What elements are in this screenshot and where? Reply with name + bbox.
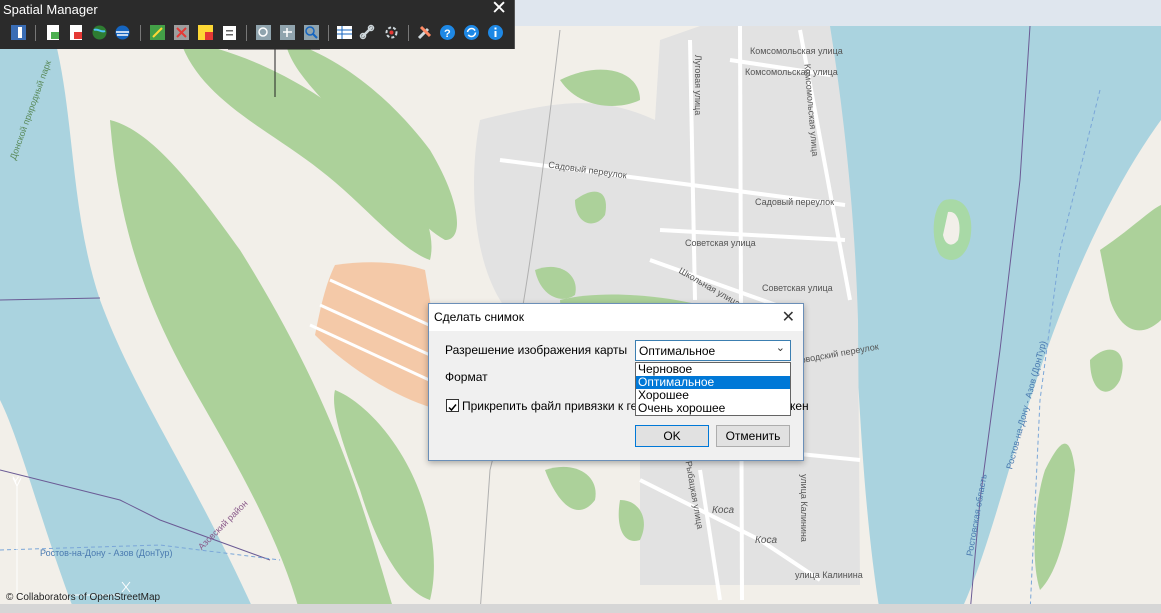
map-label-street: Советская улица	[685, 238, 756, 248]
resolution-dropdown: Черновое Оптимальное Хорошее Очень хорош…	[635, 362, 791, 416]
top-strip	[513, 0, 1161, 26]
chevron-down-icon[interactable]: ⌄	[776, 341, 785, 354]
map-label-street: улица Калинина	[798, 474, 809, 542]
svg-text:Y: Y	[12, 475, 20, 487]
map-label-street: улица Калинина	[795, 570, 863, 580]
map-label-place: Коса	[712, 505, 735, 516]
ok-button[interactable]: OK	[635, 425, 709, 447]
palette-icon[interactable]	[10, 24, 27, 41]
resolution-label: Разрешение изображения карты	[445, 343, 628, 357]
svg-text:?: ?	[444, 28, 451, 40]
layer-edit-icon[interactable]	[149, 24, 166, 41]
help-icon[interactable]: ?	[439, 24, 456, 41]
dialog-title: Сделать снимок	[434, 310, 524, 324]
dialog-title-bar: Сделать снимок ✕	[429, 304, 803, 331]
map-label-street: Советская улица	[762, 283, 833, 293]
close-icon[interactable]: ✕	[782, 307, 795, 327]
toolbar-separator	[408, 25, 409, 41]
map-label-route: Ростов-на-Дону - Азов (ДонТур)	[40, 548, 173, 558]
tools-icon[interactable]	[416, 24, 433, 41]
zoom-in-icon[interactable]	[303, 24, 320, 41]
clipboard-icon[interactable]	[221, 24, 238, 41]
snapshot-dialog: Сделать снимок ✕ Разрешение изображения …	[428, 303, 809, 461]
toolbar-separator	[140, 25, 141, 41]
map-attribution: © Collaborators of OpenStreetMap	[6, 592, 161, 603]
zoom-extents-icon[interactable]	[279, 24, 296, 41]
info-icon[interactable]	[487, 24, 504, 41]
background-map-icon[interactable]	[114, 24, 131, 41]
toolbar-buttons: ?	[0, 22, 514, 45]
table-icon[interactable]	[336, 24, 353, 41]
layer-delete-icon[interactable]	[173, 24, 190, 41]
spatial-manager-toolbar: Spatial Manager ✕ ?	[0, 0, 515, 49]
toolbar-separator	[246, 25, 247, 41]
globe-icon[interactable]	[91, 24, 108, 41]
format-label: Формат	[445, 370, 488, 384]
attach-label: Прикрепить файл привязки к гео	[462, 399, 644, 413]
toolbar-title: Spatial Manager	[3, 2, 98, 17]
refresh-icon[interactable]	[463, 24, 480, 41]
map-label-street: Комсомольская улица	[745, 67, 838, 77]
settings-link-icon[interactable]	[383, 24, 400, 41]
resolution-option[interactable]: Очень хорошее	[636, 402, 790, 415]
toolbar-separator	[328, 25, 329, 41]
attach-label-tail: кен	[790, 399, 809, 413]
map-label-street: Комсомольская улица	[750, 46, 843, 56]
toolbar-separator	[35, 25, 36, 41]
resolution-select-value: Оптимальное	[639, 344, 716, 358]
link-icon[interactable]	[359, 24, 376, 41]
map-label-street: Луговая улица	[693, 54, 704, 116]
zoom-window-icon[interactable]	[255, 24, 272, 41]
close-icon[interactable]: ✕	[491, 0, 507, 20]
map-label-place: Коса	[755, 535, 778, 546]
import-icon[interactable]	[45, 24, 62, 41]
layer-color-icon[interactable]	[197, 24, 214, 41]
cancel-button[interactable]: Отменить	[716, 425, 790, 447]
map-label-street: Садовый переулок	[755, 197, 835, 207]
export-icon[interactable]	[68, 24, 85, 41]
attach-checkbox[interactable]	[446, 399, 459, 412]
resolution-select[interactable]: Оптимальное ⌄	[635, 340, 791, 361]
